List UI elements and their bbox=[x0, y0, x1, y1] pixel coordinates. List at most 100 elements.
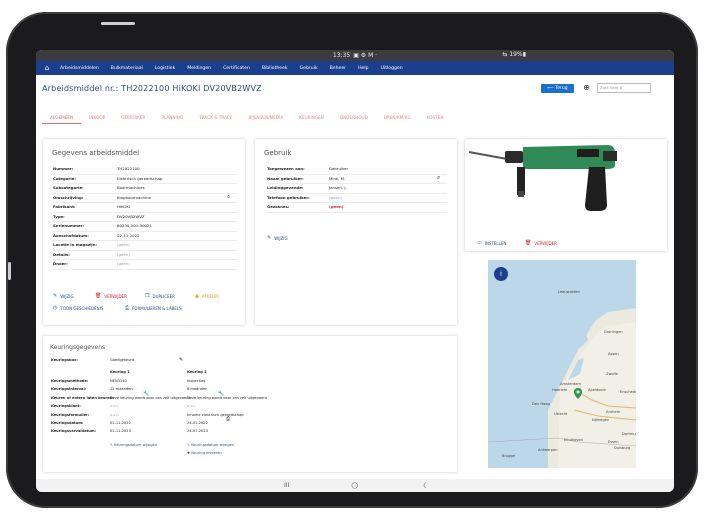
nav-arbeidsmiddelen[interactable]: Arbeidsmiddelen bbox=[54, 66, 105, 71]
tab-bijlagen-media[interactable]: BIJLAGEN/MEDIA bbox=[241, 112, 292, 124]
verwijder-label: VERWIJDER bbox=[104, 293, 127, 299]
main-navigation: ⌂ Arbeidsmiddelen Bulkmateriaal Logistie… bbox=[36, 61, 674, 75]
search-input[interactable]: Zoek item # bbox=[597, 83, 651, 93]
row-divider bbox=[53, 268, 237, 270]
keuring-v2-cell: 24-07-2023 bbox=[187, 429, 208, 434]
home-icon[interactable]: ⌂ bbox=[40, 64, 54, 72]
search-icon[interactable]: ⌕ bbox=[227, 193, 230, 201]
gegevens-row-key: Categorie: bbox=[53, 175, 76, 181]
print-icon[interactable]: ⎙ bbox=[226, 416, 230, 422]
gegevens-row-value: HiKOKI bbox=[117, 204, 131, 209]
keuring-2-header: Keuring 2 bbox=[187, 370, 207, 374]
geschiedenis-label: TOON GESCHIEDENIS bbox=[60, 305, 104, 311]
row-divider bbox=[53, 183, 237, 184]
row-divider bbox=[53, 240, 237, 241]
gegevens-row-value: DV20VB2WVZ bbox=[117, 213, 145, 219]
afkeuren-button[interactable]: ▲ AFKEURI bbox=[195, 293, 219, 299]
tab-gebruiker[interactable]: GEBRUIKER bbox=[113, 112, 153, 124]
tab-uren[interactable]: UREN/KM/KG bbox=[376, 112, 419, 124]
pencil-icon[interactable]: ✎ bbox=[179, 357, 183, 363]
print-icon: ⎙ bbox=[125, 305, 130, 311]
row-divider bbox=[53, 259, 237, 260]
drill-image bbox=[468, 145, 617, 211]
gebruik-row-value: Mink, M. bbox=[329, 175, 346, 181]
instellen-button[interactable]: ▭ INSTELLEN bbox=[477, 240, 506, 246]
photo-card: ▭ INSTELLEN 🗑 VERWIJDER bbox=[465, 139, 667, 251]
gegevens-row-value: Klopboormachine bbox=[117, 194, 151, 200]
map-place-label: Zwolle bbox=[606, 372, 618, 376]
verwijder-button[interactable]: 🗑 VERWIJDER bbox=[95, 293, 127, 299]
back-nav-button[interactable]: 〈 bbox=[420, 481, 426, 490]
row-divider bbox=[53, 211, 237, 213]
row-divider bbox=[267, 173, 447, 175]
location-map[interactable]: Groningen Leeuwarden Assen Zwolle Haarlem Ams… bbox=[488, 260, 636, 468]
map-place-label: Duisburg bbox=[614, 446, 631, 450]
keuring-v1-cell: 02-11-2022 bbox=[110, 421, 131, 425]
keuring-v2-cell: Inspecties bbox=[187, 379, 206, 383]
keuring-v2-cell: Deze keuring wordt door ons zelf uitgevo… bbox=[187, 395, 267, 400]
keuring-v1-cell: n.v.t. bbox=[110, 404, 119, 409]
map-place-label: Assen bbox=[608, 352, 619, 356]
status-icons: ▣ ⚙ M · bbox=[353, 52, 378, 59]
formulieren-button[interactable]: ⎙ FORMULIEREN & LABELS bbox=[125, 305, 182, 311]
warning-icon: ▲ bbox=[195, 293, 199, 299]
info-icon[interactable]: i bbox=[494, 267, 508, 281]
gegevens-row-key: Serienummer: bbox=[53, 223, 85, 228]
keuringsdatum-wijzigen-1-link[interactable]: ✎ Keuringsdatum wijzigen bbox=[110, 443, 157, 447]
link1-label: Keuringsdatum wijzigen bbox=[114, 443, 158, 447]
formulieren-label: FORMULIEREN & LABELS bbox=[132, 305, 182, 311]
gebruik-row-value: (geen) bbox=[329, 204, 344, 209]
map-place-label: Haarlem bbox=[552, 388, 568, 392]
gegevens-row-key: Type: bbox=[53, 213, 65, 219]
dupliceer-button[interactable]: ❐ DUPLICEER bbox=[145, 293, 175, 299]
keuring-v2-cell: 6 maanden bbox=[187, 387, 208, 392]
photo-verwijder-button[interactable]: 🗑 VERWIJDER bbox=[525, 240, 557, 246]
keuring-k-cell: Keuringsformulier: bbox=[51, 412, 90, 417]
locate-icon[interactable]: ⊕ bbox=[582, 83, 591, 92]
nav-bulkmateriaal[interactable]: Bulkmateriaal bbox=[105, 66, 149, 71]
tab-keuringen[interactable]: KEURINGEN bbox=[291, 112, 332, 124]
geschiedenis-button[interactable]: ◷ TOON GESCHIEDENIS bbox=[53, 305, 103, 311]
wijzig-button[interactable]: ✎ WIJZIG bbox=[53, 293, 74, 299]
tab-planning[interactable]: PLANNING bbox=[153, 112, 191, 124]
gebruik-wijzig-button[interactable]: ✎ WIJZIG bbox=[267, 235, 288, 241]
home-button[interactable]: ◯ bbox=[351, 482, 358, 489]
map-place-label: Brugge bbox=[502, 454, 515, 458]
nav-gebruik[interactable]: Gebruik bbox=[294, 66, 324, 71]
gebruik-row-key: Telefoon gebruiker: bbox=[267, 194, 310, 200]
power-button bbox=[101, 22, 135, 25]
keuring-v1-cell: 12 maanden bbox=[110, 387, 133, 392]
keuring-invoeren-link[interactable]: ✚ Keuring invoeren bbox=[187, 451, 222, 455]
nav-beheer[interactable]: Beheer bbox=[324, 66, 352, 71]
link3-label: Keuring invoeren bbox=[191, 451, 222, 455]
gegevens-row-value: Boormachines bbox=[117, 185, 145, 190]
tab-algemeen[interactable]: ALGEMEEN bbox=[42, 112, 82, 124]
nav-logistiek[interactable]: Logistiek bbox=[149, 66, 181, 71]
nav-meldingen[interactable]: Meldingen bbox=[181, 66, 217, 71]
tab-track-trace[interactable]: TRACK & TRACE bbox=[191, 112, 240, 124]
keuring-v1-cell: n.v.t. bbox=[110, 412, 119, 417]
gebruik-row-key: Gezosnes: bbox=[267, 204, 290, 209]
keuringsbox-value: Goedgekeurd bbox=[110, 358, 135, 362]
map-place-label: Enschede bbox=[620, 390, 636, 394]
map-place-label: Leeuwarden bbox=[558, 290, 580, 294]
nav-bibliotheek[interactable]: Bibliotheek bbox=[256, 66, 294, 71]
app-screen: 13:35 ▣ ⚙ M · ⇆ 19%▮ ⌂ Arbeidsmiddelen B… bbox=[36, 50, 674, 492]
pencil-icon: ✎ bbox=[267, 235, 272, 241]
map-place-label: Utrecht bbox=[554, 412, 568, 416]
tab-inkoop[interactable]: INKOOP bbox=[81, 112, 113, 124]
tab-onderhoud[interactable]: ONDERHOUD bbox=[332, 112, 376, 124]
nav-help[interactable]: Help bbox=[352, 66, 374, 71]
gegevens-row-key: Omschrijving: bbox=[53, 194, 84, 200]
map-pin-icon[interactable] bbox=[574, 384, 582, 399]
search-icon[interactable]: ⌕ bbox=[437, 174, 440, 182]
gegevens-row-value: (geen) bbox=[117, 251, 130, 257]
nav-certificaten[interactable]: Certificaten bbox=[217, 66, 256, 71]
keuringsdatum-wijzigen-2-link[interactable]: ✎ Keuringsdatum wijzigen bbox=[187, 443, 234, 447]
keuring-v1-cell: Deze keuring wordt door ons zelf uitgevo… bbox=[110, 395, 190, 400]
gegevens-row-key: Aanschafdatum: bbox=[53, 232, 89, 238]
back-button[interactable]: ⟵ Terug bbox=[541, 84, 574, 93]
recent-apps-button[interactable]: III bbox=[284, 482, 289, 489]
tab-kosten[interactable]: KOSTEN bbox=[419, 112, 452, 124]
nav-uitloggen[interactable]: Uitloggen bbox=[375, 66, 409, 71]
